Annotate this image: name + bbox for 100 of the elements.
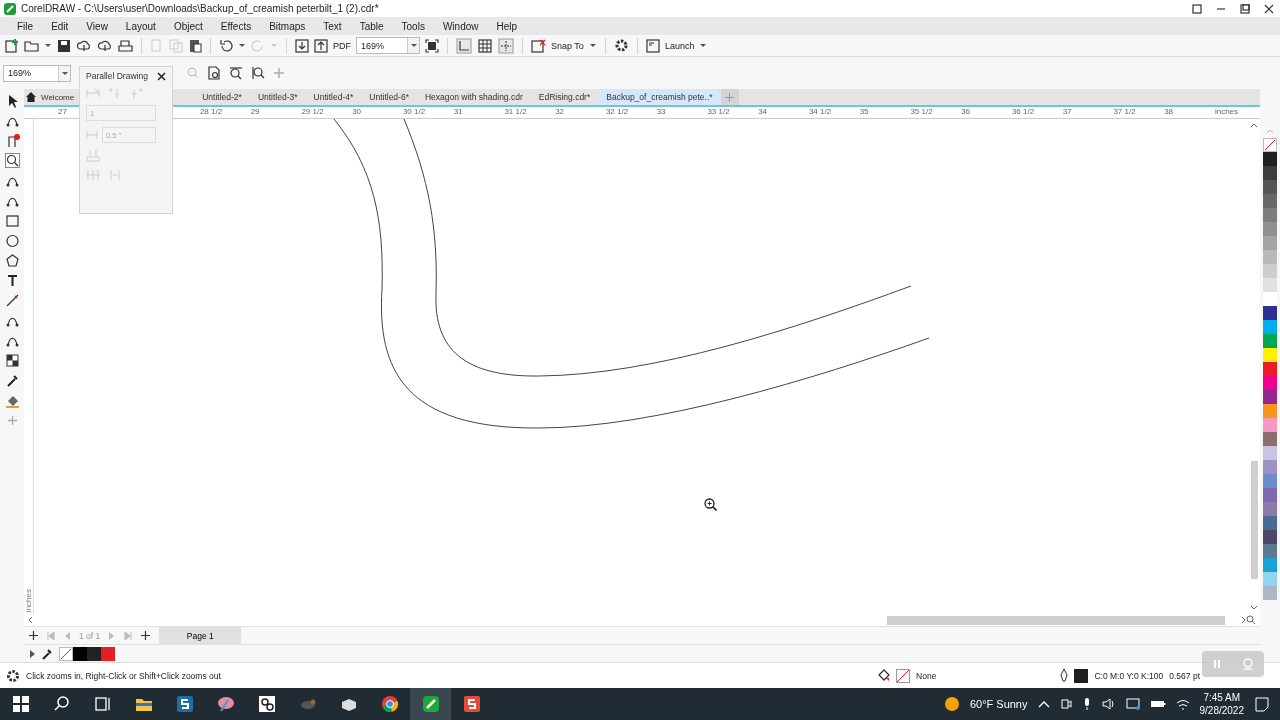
- speaker-icon[interactable]: [1101, 698, 1116, 710]
- caret-icon[interactable]: [588, 43, 597, 48]
- menu-item[interactable]: Window: [433, 20, 488, 32]
- chrome-icon[interactable]: [379, 694, 400, 714]
- menu-item[interactable]: Help: [487, 20, 527, 32]
- color-swatch[interactable]: [1263, 530, 1277, 544]
- new-document-icon[interactable]: [4, 38, 19, 53]
- display-icon[interactable]: [1125, 698, 1140, 710]
- close-icon[interactable]: [157, 71, 166, 81]
- import-icon[interactable]: [295, 38, 309, 53]
- color-swatch[interactable]: [1263, 194, 1277, 208]
- ellipse-tool-icon[interactable]: [4, 233, 20, 248]
- start-icon[interactable]: [10, 694, 31, 714]
- no-color-swatch[interactable]: [1263, 138, 1277, 152]
- color-swatch[interactable]: [1263, 432, 1277, 446]
- color-swatch[interactable]: [1263, 376, 1277, 390]
- camera-icon[interactable]: [1059, 698, 1072, 710]
- color-swatch[interactable]: [1263, 334, 1277, 348]
- color-swatch[interactable]: [1263, 236, 1277, 250]
- grid-icon[interactable]: [477, 37, 493, 54]
- draw-app-icon[interactable]: [420, 694, 441, 714]
- zoom-page-icon[interactable]: [207, 66, 221, 80]
- color-swatch[interactable]: [101, 646, 115, 661]
- document-tab[interactable]: Backup_of_creamish pete..*: [598, 89, 721, 105]
- caret-icon[interactable]: [60, 70, 69, 76]
- menu-item[interactable]: Tools: [392, 20, 434, 32]
- transparency-tool-icon[interactable]: [4, 353, 20, 368]
- zoom-tool-icon[interactable]: [4, 153, 20, 168]
- expand-icon[interactable]: [30, 649, 35, 658]
- color-swatch[interactable]: [1263, 404, 1277, 418]
- caret-icon[interactable]: [699, 43, 708, 48]
- color-swatch[interactable]: [87, 646, 101, 661]
- restore-icon[interactable]: [1192, 3, 1202, 14]
- gears-app-icon[interactable]: [256, 694, 277, 714]
- color-swatch[interactable]: [1263, 446, 1277, 460]
- export-icon[interactable]: [314, 38, 328, 53]
- app-icon[interactable]: [461, 694, 482, 714]
- color-swatch[interactable]: [1263, 278, 1277, 292]
- menu-item[interactable]: Table: [350, 20, 393, 32]
- wifi-icon[interactable]: [1175, 698, 1190, 710]
- rulers-icon[interactable]: [456, 37, 472, 54]
- scroll-left-icon[interactable]: [28, 616, 33, 624]
- color-swatch[interactable]: [1263, 572, 1277, 586]
- line-tool-icon[interactable]: [4, 293, 20, 308]
- zoom-combo[interactable]: 169%: [3, 64, 71, 82]
- task-view-icon[interactable]: [92, 694, 113, 714]
- scroll-down-icon[interactable]: [1250, 605, 1258, 610]
- scroll-right-icon[interactable]: [1241, 616, 1246, 624]
- add-page-icon[interactable]: [29, 631, 38, 640]
- settings-icon[interactable]: [6, 668, 20, 683]
- caret-icon[interactable]: [238, 43, 246, 48]
- paint-app-icon[interactable]: [215, 694, 236, 714]
- no-color-swatch[interactable]: [59, 646, 73, 661]
- menu-item[interactable]: Object: [164, 20, 212, 32]
- caret-icon[interactable]: [44, 43, 52, 48]
- menu-item[interactable]: Text: [314, 20, 351, 32]
- page-tab[interactable]: Page 1: [159, 627, 242, 644]
- color-swatch[interactable]: [73, 646, 87, 661]
- polygon-tool-icon[interactable]: [4, 253, 20, 268]
- color-swatch[interactable]: [1263, 222, 1277, 236]
- color-swatch[interactable]: [1263, 558, 1277, 572]
- color-swatch[interactable]: [1263, 306, 1277, 320]
- add-page-icon[interactable]: [141, 631, 151, 640]
- color-swatch[interactable]: [1263, 362, 1277, 376]
- color-swatch[interactable]: [1263, 166, 1277, 180]
- fill-tool-icon[interactable]: [4, 393, 20, 408]
- zoom-height-icon[interactable]: [251, 66, 265, 80]
- scrollbar-thumb[interactable]: [887, 615, 1225, 625]
- caret-icon[interactable]: [409, 43, 418, 48]
- rectangle-tool-icon[interactable]: [4, 213, 20, 228]
- color-swatch[interactable]: [1263, 264, 1277, 278]
- color-swatch[interactable]: [1263, 544, 1277, 558]
- pdf-button[interactable]: PDF: [333, 40, 351, 51]
- menu-item[interactable]: Bitmaps: [260, 20, 315, 32]
- color-swatch[interactable]: [1263, 488, 1277, 502]
- window-icon[interactable]: [645, 38, 660, 53]
- color-swatch[interactable]: [1263, 474, 1277, 488]
- color-swatch[interactable]: [1263, 460, 1277, 474]
- app-icon[interactable]: [174, 694, 195, 714]
- menu-item[interactable]: File: [8, 20, 43, 32]
- scrollbar-thumb[interactable]: [1250, 461, 1258, 579]
- color-swatch[interactable]: [1263, 586, 1277, 600]
- cloud-download-icon[interactable]: [76, 38, 92, 53]
- zoom-icon[interactable]: [1246, 615, 1256, 625]
- notification-icon[interactable]: [1254, 696, 1270, 712]
- snap-to-button[interactable]: Snap To: [551, 40, 584, 51]
- close-icon[interactable]: [1264, 3, 1274, 14]
- color-swatch[interactable]: [1263, 250, 1277, 264]
- color-swatch[interactable]: [1263, 516, 1277, 530]
- battery-icon[interactable]: [1149, 699, 1166, 709]
- guidelines-icon[interactable]: [498, 37, 514, 54]
- folder-icon[interactable]: [24, 38, 39, 53]
- color-swatch[interactable]: [1263, 348, 1277, 362]
- color-swatch[interactable]: [1263, 390, 1277, 404]
- color-swatch[interactable]: [1263, 292, 1277, 306]
- menu-item[interactable]: Edit: [42, 20, 78, 32]
- full-screen-icon[interactable]: [425, 38, 439, 53]
- menu-item[interactable]: View: [77, 20, 117, 32]
- save-icon[interactable]: [57, 38, 71, 53]
- menu-item[interactable]: Effects: [211, 20, 261, 32]
